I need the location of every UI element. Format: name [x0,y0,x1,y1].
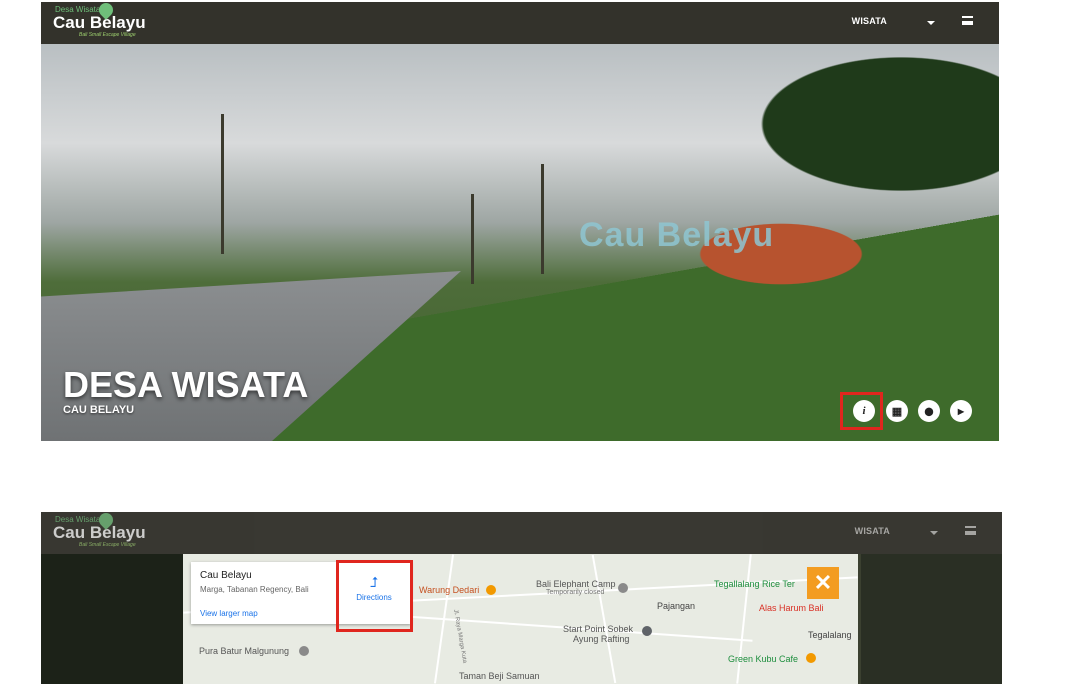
hero-screenshot: Desa Wisata Cau Belayu Bali Small Escape… [41,2,999,441]
map-road [736,554,752,684]
location-pin-icon: ⬤ [924,406,934,416]
map-pin[interactable] [618,583,628,593]
page-subtitle: CAU BELAYU [63,404,135,416]
grid-icon: ▦ [891,405,903,418]
play-video-icon: ▶ [957,406,965,416]
hamburger-menu-icon[interactable] [965,526,976,535]
map-screenshot: Desa Wisata Cau Belayu Bali Small Escape… [41,512,1002,684]
map-label: Pajangan [657,601,696,611]
map-label: Jl. Raya Marga Kuta [452,609,468,664]
map-label: Temporarily closed [546,589,605,596]
logo-title: Cau Belayu [53,13,146,32]
hamburger-menu-icon[interactable] [962,16,973,25]
map-label: Green Kubu Cafe [728,654,799,664]
wisata-dropdown[interactable]: WISATA [855,526,890,536]
place-title: Cau Belayu [200,570,252,581]
close-button[interactable]: ✕ [807,567,839,599]
logo-tagline: Bali Small Escape Village [79,32,136,38]
map-label: Alas Harum Bali [759,603,824,613]
chevron-down-icon[interactable] [927,21,935,25]
location-button[interactable]: ⬤ [918,400,940,422]
site-logo[interactable]: Desa Wisata Cau Belayu Bali Small Escape… [53,512,146,548]
palm-tree [471,194,474,284]
highlight-box [840,392,883,430]
panorama-view[interactable]: Cau Belayu DESA WISATA CAU BELAYU i ▦ ⬤ … [41,44,999,441]
top-nav-bar: Desa Wisata Cau Belayu Bali Small Escape… [41,512,1002,554]
page-title: DESA WISATA [63,364,309,405]
video-button[interactable]: ▶ [950,400,972,422]
place-address: Marga, Tabanan Regency, Bali [200,585,309,594]
google-map-embed[interactable]: Warung Dedari Bali Elephant Camp Tempora… [183,554,858,684]
map-pin[interactable] [806,653,816,663]
logo-title: Cau Belayu [53,523,146,542]
map-label: Tegallalang Rice Ter [714,579,795,589]
top-nav-bar: Desa Wisata Cau Belayu Bali Small Escape… [41,2,999,44]
site-logo[interactable]: Desa Wisata Cau Belayu Bali Small Escape… [53,2,146,38]
map-label: Ayung Rafting [573,634,630,644]
map-pin[interactable] [299,646,309,656]
palm-tree [541,164,544,274]
grid-button[interactable]: ▦ [886,400,908,422]
map-label: Pura Batur Malgunung [199,646,290,656]
map-pin[interactable] [486,585,496,595]
map-label: Tegalalang [808,630,852,640]
map-label: Taman Beji Samuan [459,671,540,681]
map-label: Bali Elephant Camp [536,579,616,589]
chevron-down-icon[interactable] [930,531,938,535]
village-sign: Cau Belayu [579,216,775,254]
logo-tagline: Bali Small Escape Village [79,542,136,548]
highlight-box [336,560,413,632]
map-pin[interactable] [642,626,652,636]
map-road [591,554,617,684]
wisata-dropdown[interactable]: WISATA [852,16,887,26]
map-label: Warung Dedari [419,585,480,595]
map-label: Start Point Sobek [563,624,634,634]
view-larger-map-link[interactable]: View larger map [200,609,258,618]
palm-tree [221,114,224,254]
